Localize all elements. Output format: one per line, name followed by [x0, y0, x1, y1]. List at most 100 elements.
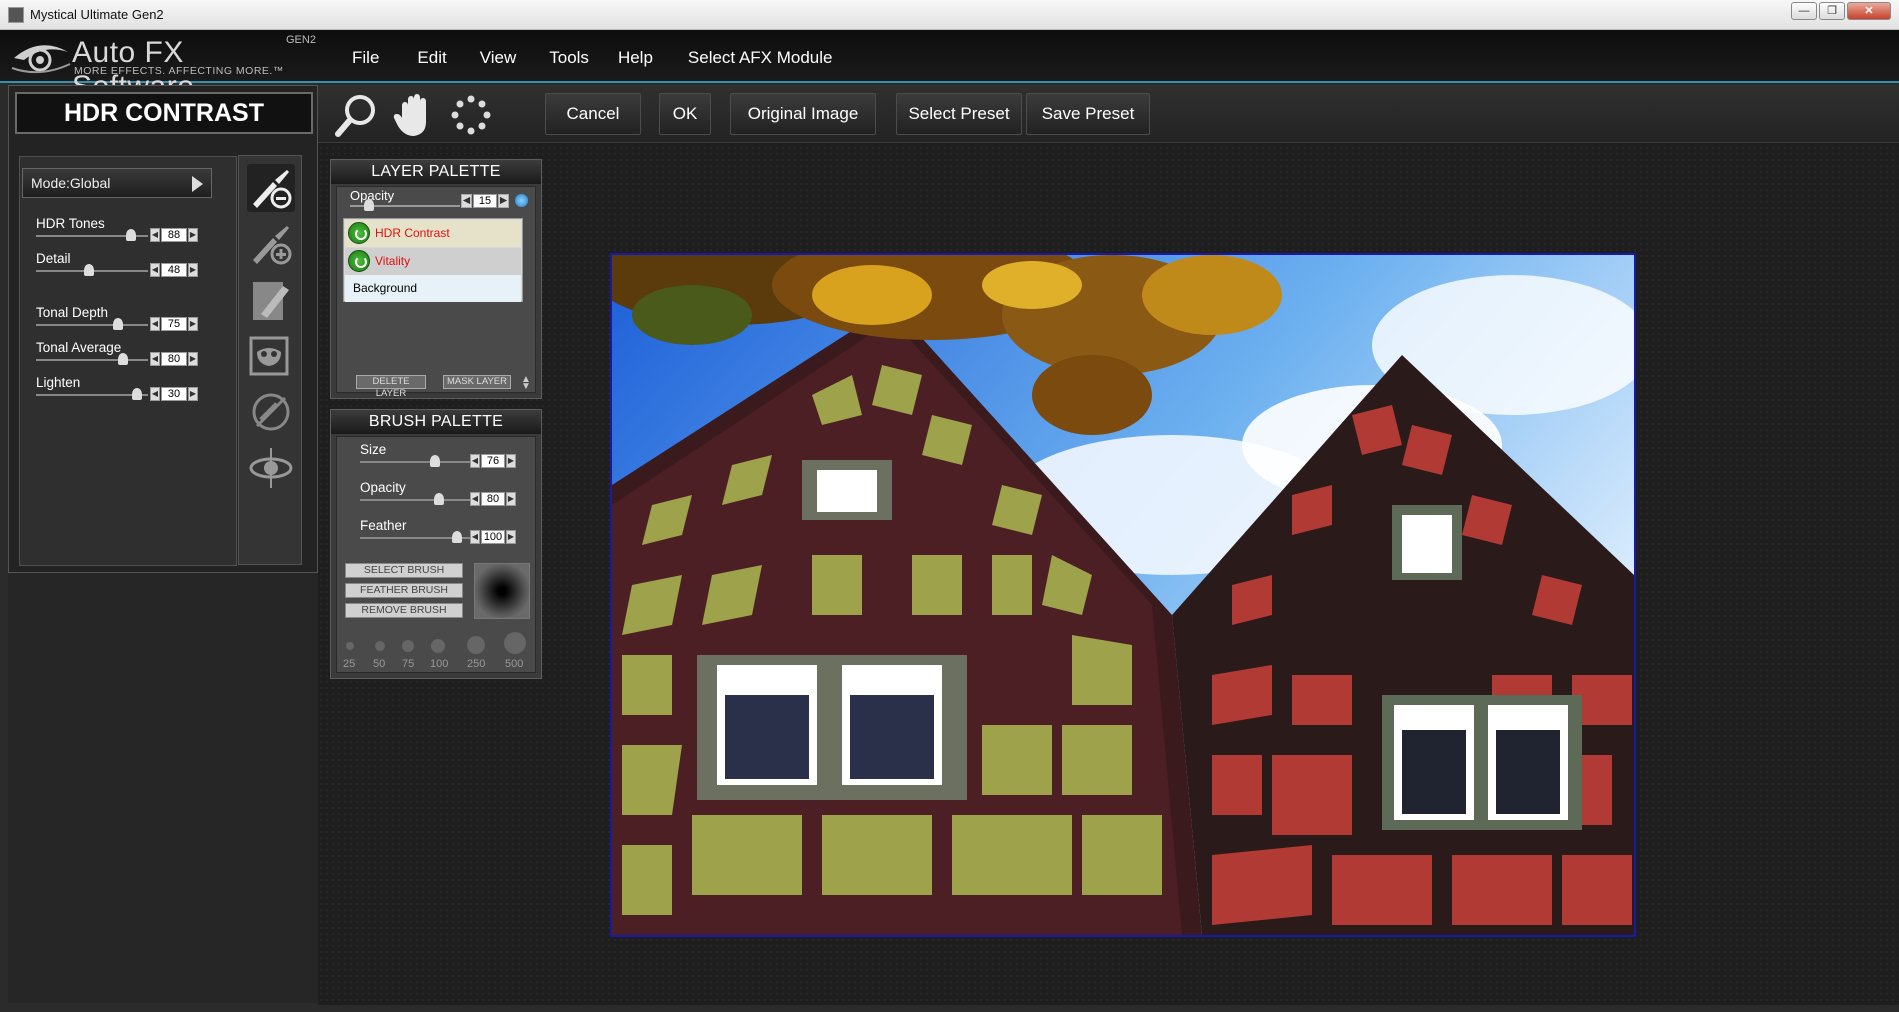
menu-view[interactable]: View [480, 48, 517, 68]
image-preview[interactable] [610, 253, 1636, 937]
brush-size-75[interactable]: 75 [402, 658, 414, 670]
decrement-arrow-icon[interactable]: ◀ [150, 317, 160, 331]
hand-icon [393, 94, 426, 136]
slider-lighten[interactable]: Lighten ◀ 30 ▶ [36, 375, 206, 405]
increment-arrow-icon[interactable]: ▶ [188, 317, 198, 331]
slider-thumb[interactable] [126, 229, 136, 241]
slider-value[interactable]: 80 [161, 352, 187, 366]
brush-size-250[interactable]: 250 [467, 658, 485, 670]
selection-tool[interactable] [448, 92, 494, 138]
no-brush-tool[interactable] [247, 388, 295, 436]
info-icon[interactable] [515, 194, 528, 207]
menu-help[interactable]: Help [618, 48, 653, 68]
brush-size-50[interactable]: 50 [373, 658, 385, 670]
increment-arrow-icon[interactable]: ▶ [188, 228, 198, 242]
app-icon [8, 7, 24, 23]
pan-tool[interactable] [392, 92, 438, 138]
close-button[interactable]: ✕ [1847, 2, 1891, 20]
window-controls: — ❐ ✕ [1791, 2, 1891, 20]
original-image-button[interactable]: Original Image [730, 93, 876, 135]
increment-arrow-icon[interactable]: ▶ [498, 194, 509, 208]
brush-plus-icon [253, 226, 292, 265]
select-brush-button[interactable]: SELECT BRUSH [345, 563, 463, 578]
ok-button[interactable]: OK [659, 93, 711, 135]
decrement-arrow-icon[interactable]: ◀ [150, 228, 160, 242]
erase-brush-tool[interactable] [247, 164, 295, 212]
decrement-arrow-icon[interactable]: ◀ [470, 492, 480, 506]
increment-arrow-icon[interactable]: ▶ [188, 387, 198, 401]
slider-thumb[interactable] [118, 353, 128, 365]
menu-file[interactable]: File [352, 48, 379, 68]
transform-tool[interactable] [247, 444, 295, 492]
brush-opacity-slider[interactable]: Opacity ◀ 80 ▶ [360, 480, 530, 510]
increment-arrow-icon[interactable]: ▶ [188, 263, 198, 277]
brush-size-500[interactable]: 500 [505, 658, 523, 670]
maximize-button[interactable]: ❐ [1819, 2, 1845, 20]
slider-thumb[interactable] [430, 455, 440, 467]
slider-tonal-depth[interactable]: Tonal Depth ◀ 75 ▶ [36, 305, 206, 335]
menu-edit[interactable]: Edit [417, 48, 446, 68]
mask-tool[interactable] [247, 332, 295, 380]
paint-brush-tool[interactable] [247, 220, 295, 268]
decrement-arrow-icon[interactable]: ◀ [470, 530, 480, 544]
slider-track[interactable] [36, 359, 148, 361]
brush-feather-slider[interactable]: Feather ◀ 100 ▶ [360, 518, 530, 548]
opacity-thumb[interactable] [364, 199, 374, 211]
slider-thumb[interactable] [132, 388, 142, 400]
brush-size-25[interactable]: 25 [343, 658, 355, 670]
zoom-tool[interactable] [334, 92, 380, 138]
slider-detail[interactable]: Detail ◀ 48 ▶ [36, 251, 206, 281]
slider-value[interactable]: 75 [161, 317, 187, 331]
power-toggle-icon[interactable] [348, 250, 370, 272]
minimize-button[interactable]: — [1791, 2, 1817, 20]
pen-tool[interactable] [247, 276, 295, 324]
slider-value[interactable]: 48 [161, 263, 187, 277]
slider-value[interactable]: 88 [161, 228, 187, 242]
slider-value[interactable]: 76 [481, 454, 505, 468]
layer-vitality[interactable]: Vitality [345, 248, 521, 275]
increment-arrow-icon[interactable]: ▶ [506, 530, 516, 544]
increment-arrow-icon[interactable]: ▶ [188, 352, 198, 366]
slider-value[interactable]: 30 [161, 387, 187, 401]
mode-label: Mode:Global [31, 175, 111, 191]
layer-hdr-contrast[interactable]: HDR Contrast [345, 220, 521, 247]
layer-name: Background [353, 281, 418, 295]
decrement-arrow-icon[interactable]: ◀ [150, 352, 160, 366]
remove-brush-button[interactable]: REMOVE BRUSH [345, 603, 463, 618]
slider-thumb[interactable] [452, 531, 462, 543]
decrement-arrow-icon[interactable]: ◀ [150, 263, 160, 277]
updown-arrows-icon[interactable]: ▲ ▼ [521, 375, 531, 392]
decrement-arrow-icon[interactable]: ◀ [461, 194, 472, 208]
power-toggle-icon[interactable] [348, 222, 370, 244]
brush-preview [474, 563, 530, 619]
slider-tonal-average[interactable]: Tonal Average ◀ 80 ▶ [36, 340, 206, 370]
slider-thumb[interactable] [434, 493, 444, 505]
increment-arrow-icon[interactable]: ▶ [506, 454, 516, 468]
menu-tools[interactable]: Tools [549, 48, 589, 68]
menu-select-afx-module[interactable]: Select AFX Module [688, 48, 833, 68]
cancel-button[interactable]: Cancel [545, 93, 641, 135]
slider-hdr-tones[interactable]: HDR Tones ◀ 88 ▶ [36, 216, 206, 246]
slider-value[interactable]: 80 [481, 492, 505, 506]
feather-brush-button[interactable]: FEATHER BRUSH [345, 583, 463, 598]
decrement-arrow-icon[interactable]: ◀ [150, 387, 160, 401]
opacity-value[interactable]: 15 [473, 194, 497, 208]
slider-value[interactable]: 100 [481, 530, 505, 544]
eye-logo-icon [11, 45, 71, 74]
delete-layer-button[interactable]: DELETE LAYER [356, 375, 426, 399]
increment-arrow-icon[interactable]: ▶ [506, 492, 516, 506]
slider-track[interactable] [360, 499, 470, 501]
decrement-arrow-icon[interactable]: ◀ [470, 454, 480, 468]
select-preset-button[interactable]: Select Preset [896, 93, 1022, 135]
mask-layer-button[interactable]: MASK LAYER [443, 375, 511, 389]
layer-background[interactable]: Background [345, 275, 521, 302]
save-preset-button[interactable]: Save Preset [1026, 93, 1150, 135]
slider-track[interactable] [36, 324, 148, 326]
brush-size-slider[interactable]: Size ◀ 76 ▶ [360, 442, 530, 472]
mode-selector[interactable]: Mode:Global [22, 168, 212, 198]
slider-thumb[interactable] [84, 264, 94, 276]
slider-thumb[interactable] [113, 318, 123, 330]
brush-size-100[interactable]: 100 [430, 658, 448, 670]
filter-title: HDR CONTRAST [15, 92, 313, 134]
slider-track[interactable] [360, 461, 470, 463]
